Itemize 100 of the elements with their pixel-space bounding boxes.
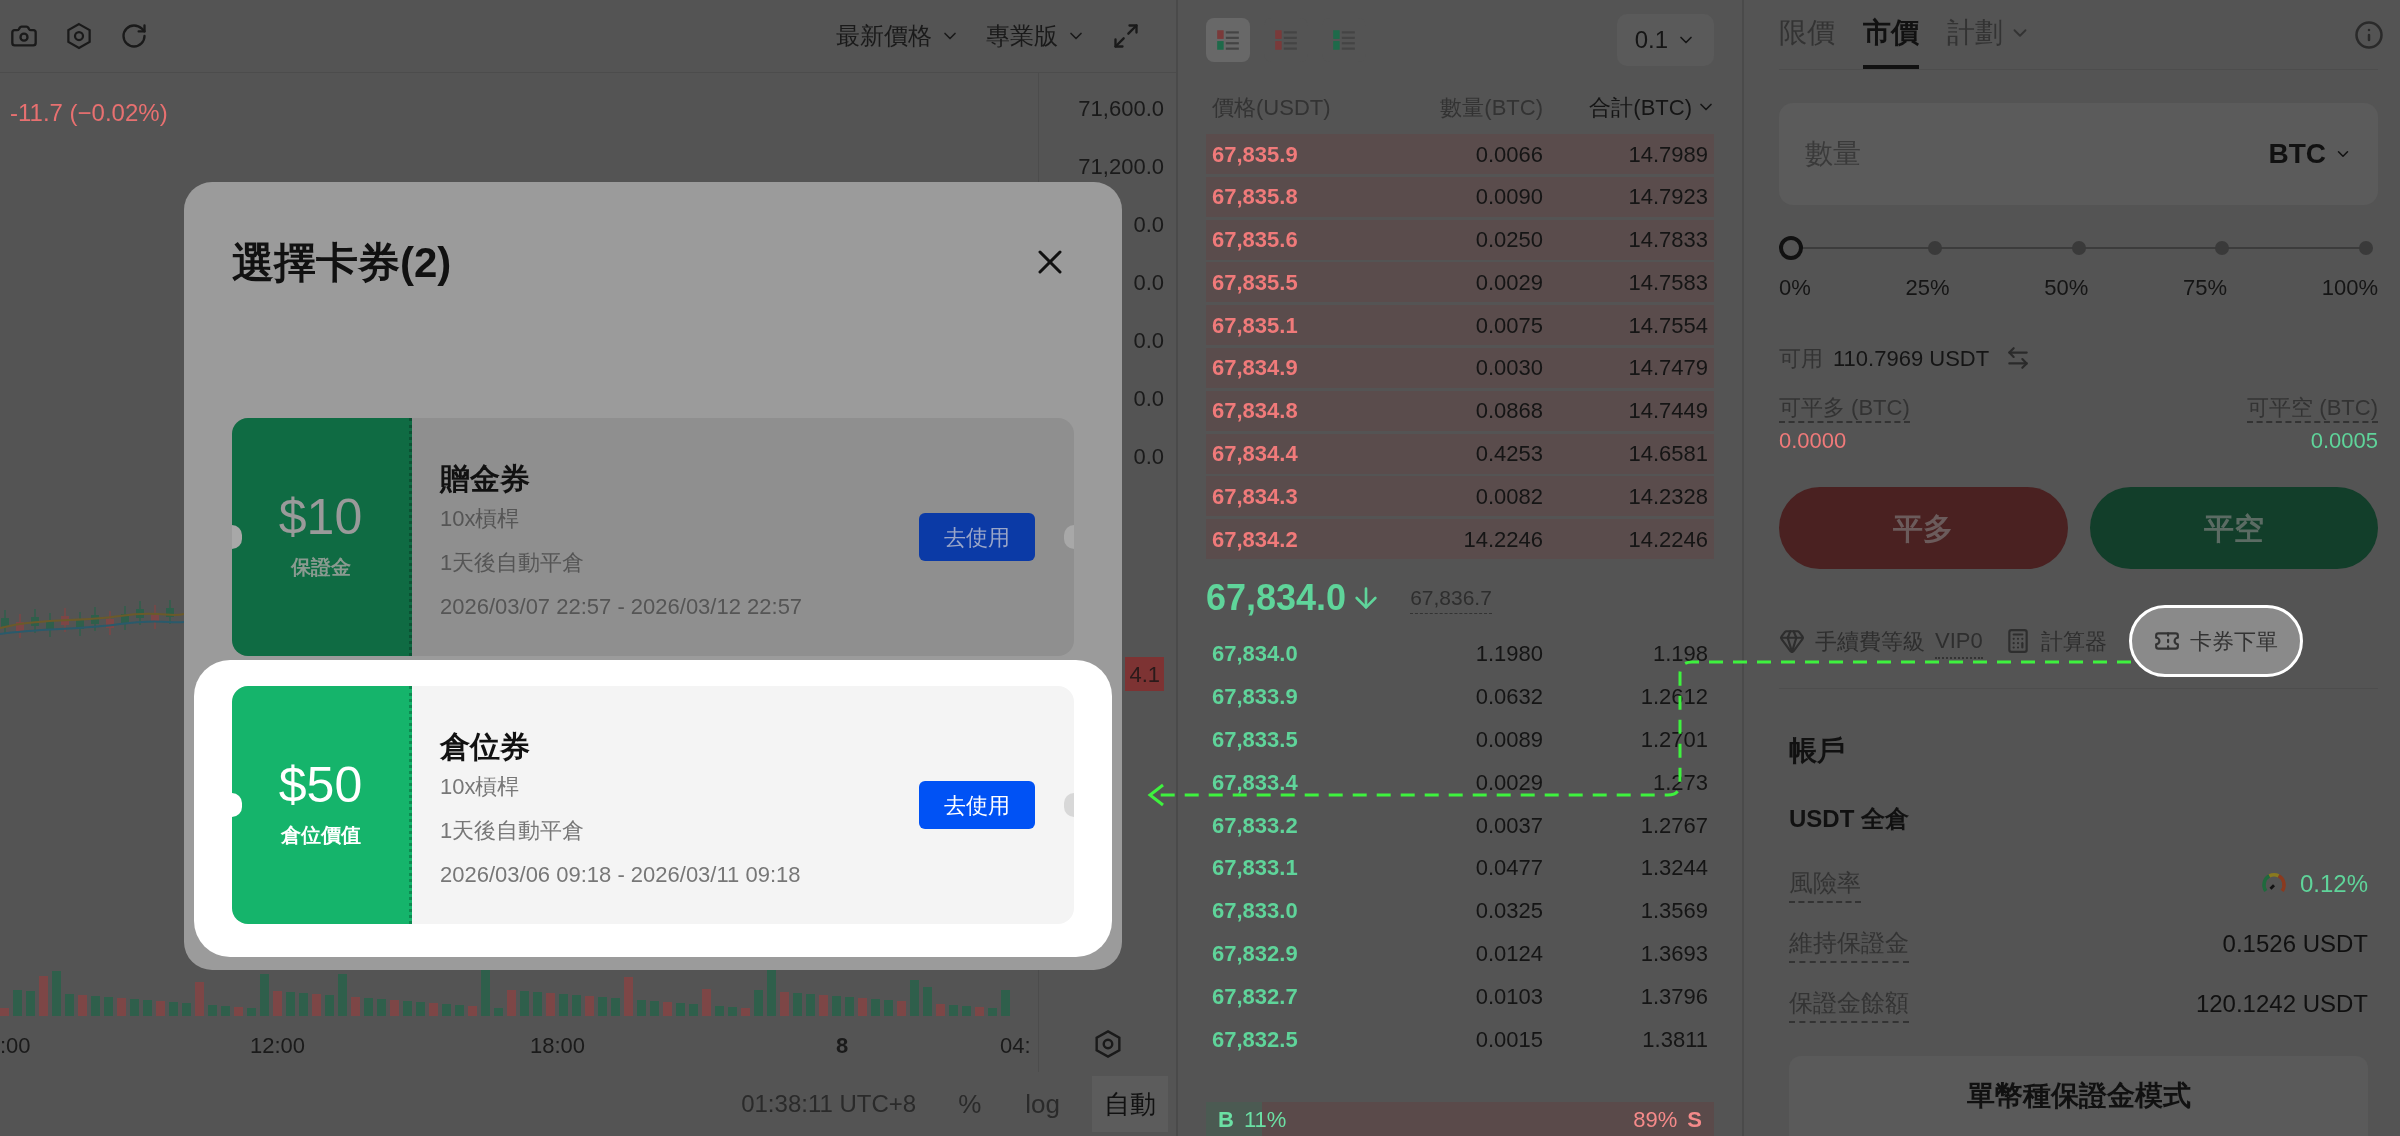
price-text: 67,835.1 (1211, 311, 1299, 340)
total-column-dropdown[interactable]: 合計(BTC) (1551, 90, 1720, 124)
amount-text: 1.1980 (1474, 640, 1544, 669)
account-value: 0.1526 USDT (2222, 929, 2368, 959)
use-coupon-button[interactable]: 去使用 (919, 781, 1035, 829)
bid-row[interactable]: 67,833.1 0.0477 1.3244 (1206, 847, 1714, 888)
total-text: 1.3693 (1639, 940, 1709, 969)
bid-row[interactable]: 67,834.0 1.1980 1.198 (1206, 633, 1714, 674)
total-text: 14.7449 (1627, 397, 1709, 426)
bid-row[interactable]: 67,832.5 0.0015 1.3811 (1206, 1019, 1714, 1060)
bid-row[interactable]: 67,833.4 0.0029 1.273 (1206, 762, 1714, 803)
candlestick (166, 599, 174, 625)
price-text: 67,834.8 (1211, 397, 1299, 426)
close-long-button[interactable]: 平多 (1779, 487, 2068, 569)
close-short-value: 0.0005 (2310, 426, 2378, 455)
price-change-text: -11.7 (−0.02%) (10, 98, 168, 128)
bid-row[interactable]: 67,832.9 0.0124 1.3693 (1206, 933, 1714, 974)
time-axis-label: 12:00 (250, 1032, 306, 1060)
ask-row[interactable]: 67,835.5 0.0029 14.7583 (1206, 262, 1714, 303)
amount-text: 0.0037 (1474, 811, 1544, 840)
slider-mark-label: 75% (2182, 274, 2227, 301)
price-text: 67,835.5 (1211, 268, 1299, 297)
candlestick (16, 613, 24, 639)
total-text: 14.7923 (1627, 183, 1709, 212)
slider-mark-label: 0% (1779, 274, 1811, 301)
margin-mode-button[interactable]: 單幣種保證金模式 (1789, 1056, 2368, 1136)
price-text: 67,833.9 (1211, 683, 1299, 712)
amount-text: 0.0075 (1474, 311, 1544, 340)
refresh-icon[interactable] (120, 22, 148, 50)
sell-ratio-text: 89% (1633, 1105, 1678, 1134)
amount-text: 0.0632 (1474, 683, 1544, 712)
total-text: 1.273 (1651, 768, 1709, 797)
price-text: 67,833.4 (1211, 768, 1299, 797)
amount-text: 0.0066 (1474, 140, 1544, 169)
candlestick (1, 609, 9, 635)
total-text: 1.2767 (1639, 811, 1709, 840)
price-text: 67,835.6 (1211, 226, 1299, 255)
version-dropdown[interactable]: 專業版 (986, 18, 1086, 54)
bid-row[interactable]: 67,833.2 0.0037 1.2767 (1206, 805, 1714, 846)
total-text: 14.7554 (1627, 311, 1709, 340)
last-price-text: 67,834.0 (1206, 575, 1347, 620)
price-text: 67,835.9 (1211, 140, 1299, 169)
price-text: 67,832.5 (1211, 1025, 1299, 1054)
total-text: 1.2612 (1639, 683, 1709, 712)
amount-text: 0.0103 (1474, 982, 1544, 1011)
total-text: 1.2701 (1639, 726, 1709, 755)
bid-row[interactable]: 67,833.9 0.0632 1.2612 (1206, 676, 1714, 717)
bid-row[interactable]: 67,833.5 0.0089 1.2701 (1206, 719, 1714, 760)
coupon-amount-label: 倉位價值 (280, 823, 361, 848)
order-type-tab[interactable]: 市價 (1863, 0, 1919, 69)
ask-row[interactable]: 67,835.6 0.0250 14.7833 (1206, 219, 1714, 260)
step-dropdown[interactable]: 0.1 (1616, 14, 1714, 66)
ask-row[interactable]: 67,834.8 0.0868 14.7449 (1206, 390, 1714, 431)
ask-row[interactable]: 67,834.3 0.0082 14.2328 (1206, 476, 1714, 517)
coupon-amount: $10 (278, 492, 363, 542)
unit-dropdown[interactable]: BTC (2268, 133, 2352, 175)
scale-option[interactable]: 自動 (1092, 1076, 1168, 1132)
bid-row[interactable]: 67,833.0 0.0325 1.3569 (1206, 890, 1714, 931)
total-text: 14.2246 (1627, 525, 1709, 554)
settings-icon[interactable] (64, 21, 94, 51)
close-long-value: 0.0000 (1779, 426, 1847, 455)
ask-row[interactable]: 67,834.9 0.0030 14.7479 (1206, 348, 1714, 388)
ticket-notch (1064, 793, 1074, 817)
price-text: 67,833.2 (1211, 811, 1299, 840)
info-icon[interactable] (2354, 19, 2384, 50)
available-value: 110.7969 USDT (1833, 344, 1990, 373)
close-short-button[interactable]: 平空 (2089, 487, 2378, 569)
candlestick (151, 604, 159, 630)
buy-ratio-text: 11% (1243, 1105, 1287, 1134)
total-text: 14.7989 (1627, 140, 1709, 169)
ask-row[interactable]: 67,834.4 0.4253 14.6581 (1206, 433, 1714, 474)
ticket-notch (1064, 525, 1074, 549)
candlestick (46, 612, 54, 638)
coupon-auto-close: 1天後自動平倉 (440, 548, 586, 577)
depth-both-icon[interactable] (1206, 18, 1250, 62)
amount-text: 14.2246 (1462, 525, 1544, 554)
time-axis-label: 18:00 (530, 1032, 586, 1060)
account-value: 120.1242 USDT (2195, 989, 2368, 1019)
ask-row[interactable]: 67,835.9 0.0066 14.7989 (1206, 134, 1714, 174)
time-axis-label: 04: (1000, 1032, 1031, 1060)
ask-row[interactable]: 67,835.1 0.0075 14.7554 (1206, 305, 1714, 346)
slider-thumb[interactable] (1779, 236, 1803, 260)
coupon-tool-button[interactable]: 卡券下單 (2128, 605, 2303, 677)
price-text: 67,834.3 (1211, 482, 1299, 511)
scale-option[interactable]: % (946, 1076, 994, 1132)
amount-text: 0.0030 (1474, 354, 1544, 383)
amount-text: 0.0477 (1474, 854, 1544, 883)
total-text: 14.7833 (1627, 226, 1709, 255)
sell-label: S (1687, 1105, 1702, 1134)
total-text: 14.2328 (1627, 482, 1709, 511)
ask-row[interactable]: 67,835.8 0.0090 14.7923 (1206, 176, 1714, 217)
use-coupon-button[interactable]: 去使用 (919, 513, 1035, 561)
bid-row[interactable]: 67,832.7 0.0103 1.3796 (1206, 976, 1714, 1017)
coupon-amount-label: 保證金 (290, 555, 351, 580)
coupon-validity: 2026/03/06 09:18 - 2026/03/11 09:18 (440, 860, 802, 889)
expand-icon[interactable] (1112, 22, 1140, 50)
amount-text: 0.0089 (1474, 726, 1544, 755)
price-type-dropdown[interactable]: 最新價格 (836, 18, 960, 54)
total-text: 14.7479 (1627, 354, 1709, 383)
ask-row[interactable]: 67,834.2 14.2246 14.2246 (1206, 519, 1714, 560)
